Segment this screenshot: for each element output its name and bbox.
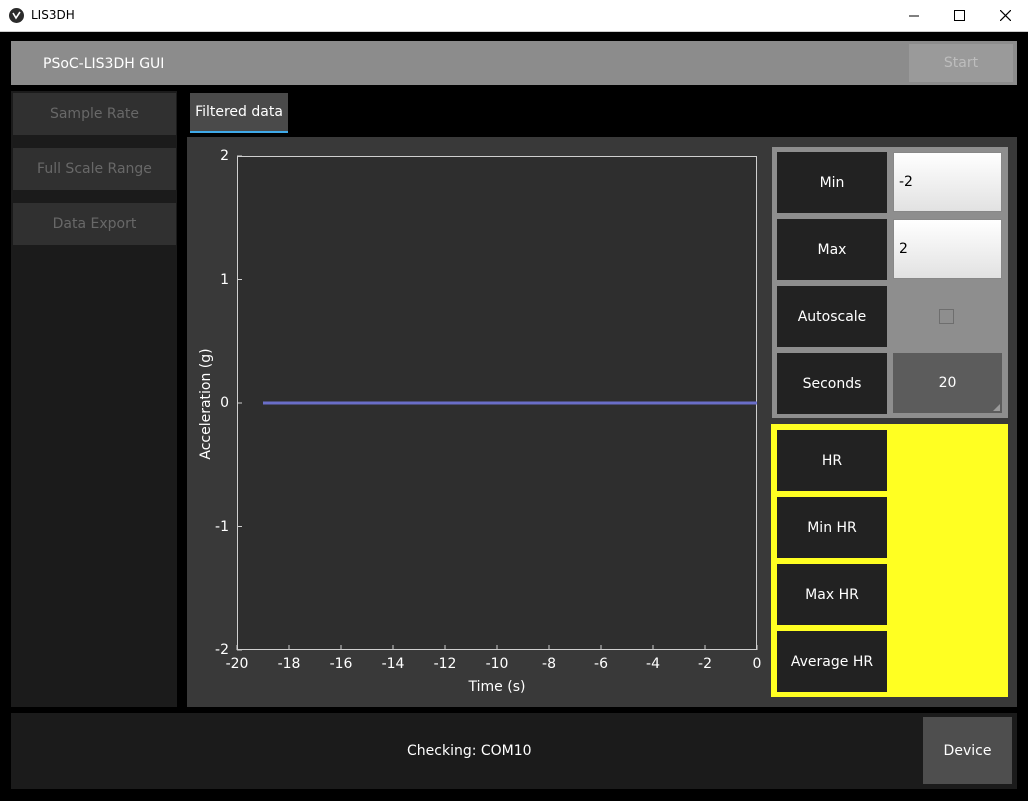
x-tick-label: -14: [381, 656, 405, 672]
x-tick-label: -10: [485, 656, 509, 672]
max-hr-label: Max HR: [777, 564, 887, 625]
x-tick-label: -16: [329, 656, 353, 672]
dropdown-corner-icon: [993, 404, 1000, 411]
max-label: Max: [777, 219, 887, 280]
seconds-spinner[interactable]: 20: [893, 353, 1002, 413]
x-tick-label: -2: [698, 656, 712, 672]
status-text: Checking: COM10: [407, 743, 532, 759]
x-tick-label: -8: [542, 656, 556, 672]
device-button[interactable]: Device: [923, 717, 1012, 784]
seconds-value: 20: [938, 375, 957, 391]
x-axis-label: Time (s): [468, 679, 526, 695]
y-tick-label: 0: [220, 395, 229, 411]
seconds-label: Seconds: [777, 353, 887, 414]
min-label: Min: [777, 152, 887, 213]
autoscale-label: Autoscale: [777, 286, 887, 347]
x-tick-label: 0: [752, 656, 762, 672]
x-tick-label: -20: [225, 656, 249, 672]
max-input[interactable]: [893, 219, 1002, 279]
average-hr-label: Average HR: [777, 631, 887, 692]
y-tick-label: 1: [220, 271, 229, 288]
y-tick-label: -1: [215, 518, 229, 535]
min-hr-label: Min HR: [777, 497, 887, 558]
hr-label: HR: [777, 430, 887, 491]
x-tick-label: -4: [646, 656, 660, 672]
y-tick-label: 2: [220, 148, 229, 164]
x-tick-label: -12: [433, 656, 457, 672]
x-tick-label: -18: [277, 656, 301, 672]
autoscale-checkbox[interactable]: [939, 309, 954, 324]
x-tick-label: -6: [594, 656, 608, 672]
y-axis-label: Acceleration (g): [198, 348, 214, 460]
min-input[interactable]: [893, 152, 1002, 212]
y-tick-label: -2: [215, 642, 229, 658]
